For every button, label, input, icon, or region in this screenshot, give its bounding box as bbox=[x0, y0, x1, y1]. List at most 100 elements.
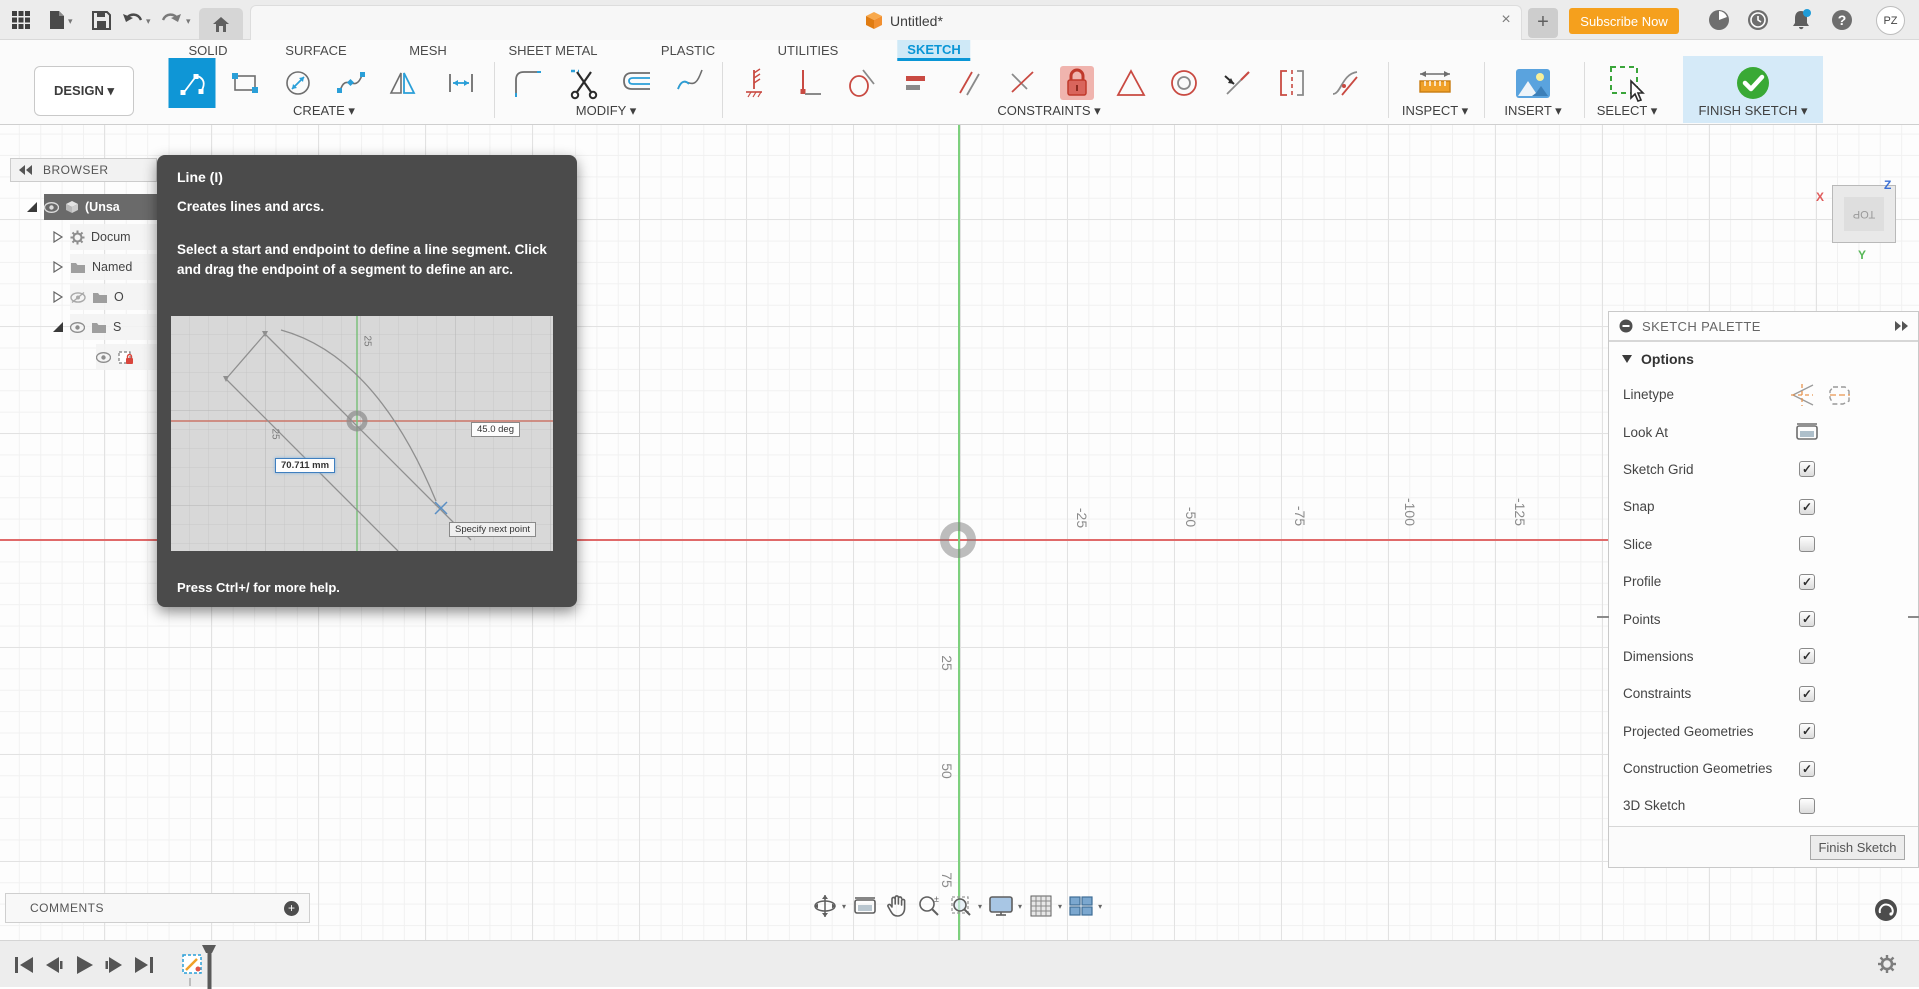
visibility-eye-icon[interactable] bbox=[96, 351, 111, 364]
browser-collapse-icon[interactable] bbox=[19, 165, 33, 175]
origin-point[interactable] bbox=[940, 522, 976, 558]
visibility-eye-icon[interactable] bbox=[70, 321, 85, 334]
select-group-dropdown[interactable]: SELECT ▾ bbox=[1597, 103, 1657, 119]
new-tab-icon[interactable]: + bbox=[1528, 8, 1558, 38]
display-settings-icon[interactable] bbox=[988, 893, 1014, 919]
line-tool-button[interactable] bbox=[168, 58, 216, 108]
design-workspace-dropdown[interactable]: DESIGN ▾ bbox=[34, 66, 134, 116]
sketch-palette-header[interactable]: SKETCH PALETTE bbox=[1609, 312, 1918, 342]
parallel-constraint-button[interactable] bbox=[947, 60, 993, 106]
offset-tool-button[interactable] bbox=[614, 60, 660, 106]
tab-solid[interactable]: SOLID bbox=[178, 40, 237, 60]
palette-option-checkbox[interactable] bbox=[1799, 685, 1815, 702]
subscribe-now-button[interactable]: Subscribe Now bbox=[1569, 8, 1679, 34]
browser-item-active-sketch[interactable] bbox=[96, 344, 157, 370]
notifications-bell-icon[interactable] bbox=[1788, 8, 1812, 32]
viewcube[interactable]: TOP bbox=[1832, 185, 1896, 243]
select-tool-button[interactable] bbox=[1604, 60, 1650, 106]
finish-sketch-button[interactable]: Finish Sketch bbox=[1810, 835, 1905, 860]
orbit-dropdown-caret[interactable]: ▾ bbox=[842, 902, 846, 911]
polygon-constraint-button[interactable] bbox=[1108, 60, 1154, 106]
browser-panel-header[interactable]: BROWSER bbox=[10, 158, 157, 182]
tab-mesh[interactable]: MESH bbox=[399, 40, 457, 60]
orbit-icon[interactable] bbox=[812, 893, 838, 919]
tab-surface[interactable]: SURFACE bbox=[275, 40, 356, 60]
job-status-clock-icon[interactable] bbox=[1746, 8, 1770, 32]
look-at-icon[interactable] bbox=[1795, 422, 1819, 442]
palette-option-checkbox[interactable] bbox=[1799, 498, 1815, 515]
tab-plastic[interactable]: PLASTIC bbox=[651, 40, 725, 60]
equal-constraint-button[interactable] bbox=[893, 60, 939, 106]
palette-resize-handle[interactable] bbox=[1597, 616, 1609, 618]
palette-option-checkbox[interactable] bbox=[1799, 760, 1815, 777]
palette-menu-icon[interactable] bbox=[1619, 319, 1633, 333]
coincident-constraint-button[interactable] bbox=[732, 60, 778, 106]
constraints-group-dropdown[interactable]: CONSTRAINTS ▾ bbox=[997, 103, 1100, 119]
palette-option-checkbox[interactable] bbox=[1799, 573, 1815, 590]
project-curve-tool-button[interactable] bbox=[667, 60, 713, 106]
home-view-button[interactable] bbox=[199, 8, 243, 40]
construction-linetype-icon[interactable] bbox=[1789, 383, 1815, 407]
save-icon[interactable] bbox=[90, 9, 112, 31]
zoom-icon[interactable]: ± bbox=[916, 893, 942, 919]
fix-unfix-constraint-button[interactable] bbox=[1054, 60, 1100, 106]
assistant-status-icon[interactable] bbox=[1874, 898, 1898, 922]
palette-option-checkbox[interactable] bbox=[1799, 648, 1815, 665]
concentric-constraint-button[interactable] bbox=[1161, 60, 1207, 106]
browser-item-document-settings[interactable]: Docum bbox=[70, 224, 157, 250]
viewcube-top-face[interactable]: TOP bbox=[1844, 197, 1884, 231]
browser-item-document-root[interactable]: (Unsa bbox=[44, 194, 157, 220]
timeline-sketch-feature-marker[interactable] bbox=[180, 945, 216, 989]
grid-settings-icon[interactable] bbox=[1028, 893, 1054, 919]
add-comment-icon[interactable]: + bbox=[284, 900, 299, 916]
user-avatar[interactable]: PZ bbox=[1876, 6, 1905, 35]
viewports-icon[interactable] bbox=[1068, 893, 1094, 919]
browser-item-named-views[interactable]: Named bbox=[70, 254, 157, 280]
browser-item-sketches-folder[interactable]: S bbox=[70, 314, 157, 340]
zoom-window-icon[interactable] bbox=[948, 893, 974, 919]
insert-image-button[interactable] bbox=[1510, 60, 1556, 106]
app-grid-icon[interactable] bbox=[10, 9, 32, 31]
palette-option-checkbox[interactable] bbox=[1799, 611, 1815, 628]
timeline-settings-gear-icon[interactable] bbox=[1877, 954, 1901, 978]
sketch-dimension-tool-button[interactable] bbox=[438, 60, 484, 106]
skip-to-start-button[interactable] bbox=[12, 953, 36, 977]
section-expand-icon[interactable] bbox=[1622, 355, 1632, 363]
tab-sheet-metal[interactable]: SHEET METAL bbox=[498, 40, 607, 60]
display-settings-dropdown-caret[interactable]: ▾ bbox=[1018, 902, 1022, 911]
symmetry-constraint-button[interactable] bbox=[1269, 60, 1315, 106]
trim-tool-button[interactable] bbox=[561, 60, 607, 106]
inspect-group-dropdown[interactable]: INSPECT ▾ bbox=[1402, 103, 1468, 119]
expand-caret-icon[interactable] bbox=[52, 261, 64, 273]
palette-collapse-icon[interactable] bbox=[1894, 321, 1908, 331]
palette-option-checkbox[interactable] bbox=[1799, 536, 1815, 553]
close-tab-icon[interactable]: × bbox=[1496, 10, 1516, 30]
tab-sketch[interactable]: SKETCH bbox=[897, 40, 971, 61]
comments-bar[interactable]: COMMENTS + bbox=[5, 893, 310, 923]
rectangle-tool-button[interactable] bbox=[222, 60, 268, 106]
grid-settings-dropdown-caret[interactable]: ▾ bbox=[1058, 902, 1062, 911]
look-at-nav-icon[interactable] bbox=[852, 893, 878, 919]
expand-toggle-icon[interactable] bbox=[52, 321, 64, 333]
circle-tool-button[interactable] bbox=[275, 60, 321, 106]
centerline-linetype-icon[interactable] bbox=[1827, 383, 1853, 407]
measure-tool-button[interactable] bbox=[1412, 60, 1458, 106]
modify-group-dropdown[interactable]: MODIFY ▾ bbox=[576, 103, 636, 119]
tangent-constraint-button[interactable] bbox=[839, 60, 885, 106]
play-button[interactable] bbox=[72, 953, 96, 977]
palette-option-checkbox[interactable] bbox=[1799, 723, 1815, 740]
palette-options-section[interactable]: Options bbox=[1609, 342, 1918, 376]
extensions-icon[interactable] bbox=[1707, 8, 1731, 32]
palette-option-checkbox[interactable] bbox=[1799, 797, 1815, 814]
perpendicular-constraint-button[interactable] bbox=[1000, 60, 1046, 106]
midpoint-constraint-button[interactable] bbox=[1215, 60, 1261, 106]
file-menu-caret[interactable]: ▾ bbox=[68, 16, 73, 27]
horizontal-vertical-constraint-button[interactable] bbox=[786, 60, 832, 106]
visibility-eye-icon[interactable] bbox=[44, 201, 59, 214]
curvature-constraint-button[interactable] bbox=[1322, 60, 1368, 106]
insert-group-dropdown[interactable]: INSERT ▾ bbox=[1504, 103, 1561, 119]
undo-icon[interactable] bbox=[122, 9, 144, 31]
expand-toggle-icon[interactable] bbox=[26, 201, 38, 213]
pan-icon[interactable] bbox=[884, 893, 910, 919]
skip-to-end-button[interactable] bbox=[132, 953, 156, 977]
